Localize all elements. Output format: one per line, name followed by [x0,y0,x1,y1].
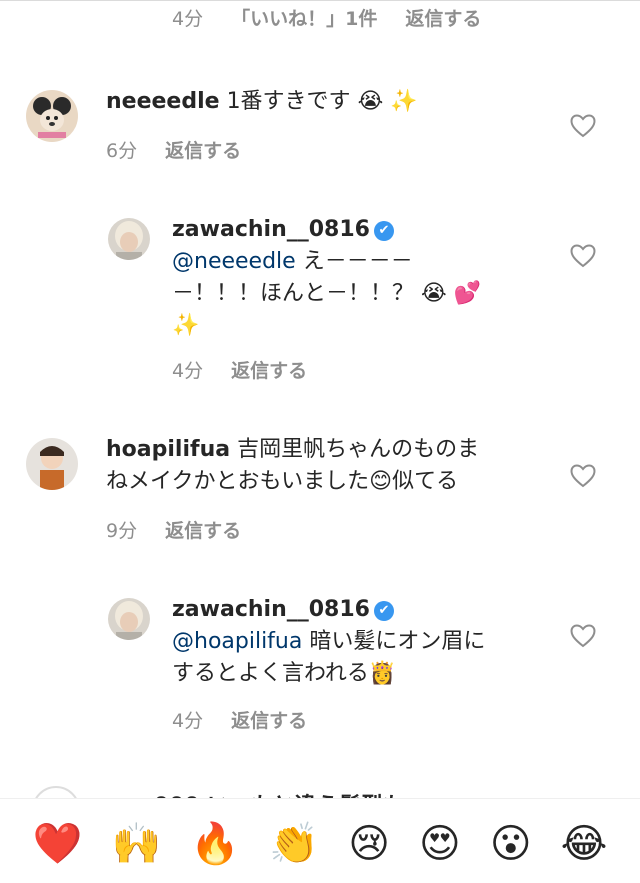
like-heart-icon[interactable] [570,114,596,138]
emoji-reaction-bar: ❤️ 🙌 🔥 👏 😢 😍 😮 😂 [0,806,640,882]
time-label: 4分 [172,8,204,30]
mention-link[interactable]: @neeeedle [172,249,296,274]
avatar[interactable] [108,598,150,640]
verified-badge-icon: ✔ [373,601,394,621]
time-label: 6分 [106,140,138,162]
prev-comment-meta: 4分 「いいね！」1件 返信する [172,4,481,31]
comment-text: neeeedle 1番すきです 😭 ✨ [106,86,418,118]
like-heart-icon[interactable] [570,624,596,648]
emoji: 😭 ✨ [357,89,418,114]
avatar[interactable] [26,90,78,142]
surprised-emoji-button[interactable]: 😮 [490,824,532,864]
laughing-emoji-button[interactable]: 😂 [561,824,608,864]
time-label: 4分 [172,360,204,382]
emoji: ✨ [172,313,200,338]
comment-body-line1: 吉岡里帆ちゃんのものま [237,437,480,462]
reply-button[interactable]: 返信する [231,706,307,733]
comment-body-line2: するとよく言われる [172,661,369,686]
username[interactable]: hoapilifua [106,437,230,462]
comment-body-line2: －！！！ほんと－！！？ [172,281,415,306]
avatar[interactable] [32,786,80,798]
heart-eyes-emoji-button[interactable]: 😍 [419,824,461,864]
likes-count[interactable]: 「いいね！」1件 [231,4,377,31]
reply-button[interactable]: 返信する [231,356,307,383]
mention-link[interactable]: @hoapilifua [172,629,302,654]
comment-body-line2-end: 似てる [392,469,459,494]
reply-button[interactable]: 返信する [405,4,481,31]
fire-emoji-button[interactable]: 🔥 [190,824,240,864]
comment-text: hoapilifua 吉岡里帆ちゃんのものま ねメイクかとおもいました😊似てる [106,434,479,498]
comment-text: ...e 000 いつもと違う髪型も [106,788,405,798]
avatar[interactable] [108,218,150,260]
crying-emoji-button[interactable]: 😢 [348,824,390,864]
username[interactable]: zawachin__0816 [172,597,370,622]
like-heart-icon[interactable] [570,464,596,488]
reply-button[interactable]: 返信する [165,136,241,163]
comment-body-line1: え－－－－ [302,249,413,274]
comment-meta: 4分 返信する [172,706,307,733]
avatar[interactable] [26,438,78,490]
heart-emoji-button[interactable]: ❤️ [33,824,83,864]
username[interactable]: neeeedle [106,89,220,114]
like-heart-icon[interactable] [570,244,596,268]
top-divider [0,0,640,1]
time-label: 9分 [106,520,138,542]
time-label: 4分 [172,710,204,732]
comment-body-line2: ねメイクかとおもいました [106,469,370,494]
comment-body: 1番すきです [226,89,351,114]
comment-meta: 6分 返信する [106,136,241,163]
emoji: 😭 💕 [421,281,482,306]
clapping-emoji-button[interactable]: 👏 [269,824,319,864]
comment-text: zawachin__0816 ✔ @hoapilifua 暗い髪にオン眉に すると… [172,594,485,690]
emoji: 👸 [368,661,397,686]
next-comment-peek: ...e 000 いつもと違う髪型も [0,780,640,798]
comment-body-line1: 暗い髪にオン眉に [309,629,486,654]
comment-text: zawachin__0816 ✔ @neeeedle え－－－－ －！！！ほんと－… [172,214,481,342]
reply-button[interactable]: 返信する [165,516,241,543]
raised-hands-emoji-button[interactable]: 🙌 [111,824,161,864]
verified-badge-icon: ✔ [373,221,394,241]
comment-meta: 9分 返信する [106,516,241,543]
comment-meta: 4分 返信する [172,356,307,383]
emoji: 😊 [369,469,393,494]
username[interactable]: zawachin__0816 [172,217,370,242]
